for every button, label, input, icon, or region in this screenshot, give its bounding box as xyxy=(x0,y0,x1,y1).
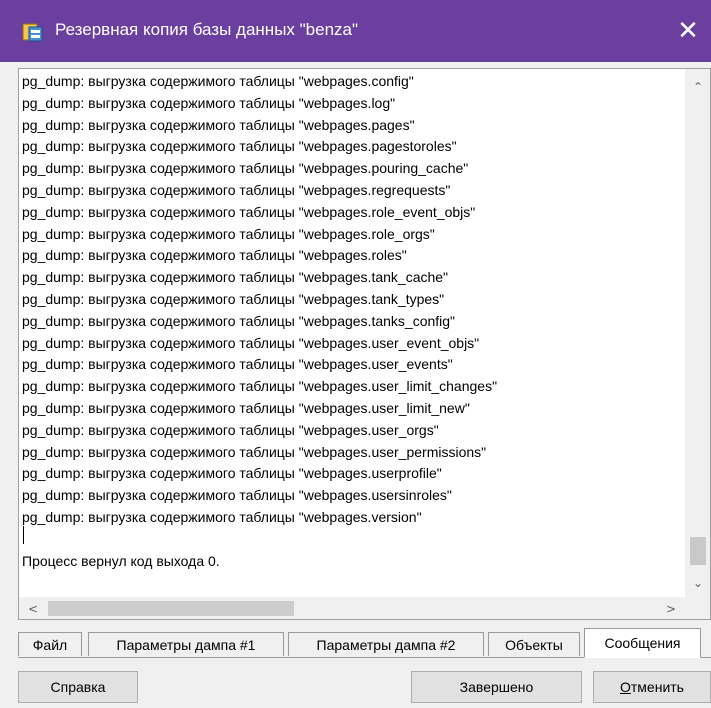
log-line: pg_dump: выгрузка содержимого таблицы "w… xyxy=(22,312,456,329)
log-line: pg_dump: выгрузка содержимого таблицы "w… xyxy=(22,94,396,111)
title-bar: Резервная копия базы данных "benza" ✕ xyxy=(0,0,711,62)
text-caret xyxy=(23,526,24,544)
log-line: pg_dump: выгрузка содержимого таблицы "w… xyxy=(22,203,476,220)
log-line: pg_dump: выгрузка содержимого таблицы "w… xyxy=(22,508,422,525)
close-button[interactable]: ✕ xyxy=(665,0,711,62)
cancel-button[interactable]: Отменить xyxy=(593,671,711,703)
log-line: pg_dump: выгрузка содержимого таблицы "w… xyxy=(22,399,470,416)
cancel-mnemonic: О xyxy=(620,679,631,695)
tab-dump-params-1[interactable]: Параметры дампа #1 xyxy=(88,632,284,656)
log-line: pg_dump: выгрузка содержимого таблицы "w… xyxy=(22,247,407,264)
log-line: pg_dump: выгрузка содержимого таблицы "w… xyxy=(22,465,442,482)
log-line: pg_dump: выгрузка содержимого таблицы "w… xyxy=(22,356,453,373)
tab-objects[interactable]: Объекты xyxy=(488,632,580,656)
log-line: pg_dump: выгрузка содержимого таблицы "w… xyxy=(22,487,452,504)
scroll-left-icon[interactable]: < xyxy=(21,597,45,619)
scroll-down-icon[interactable]: ⌄ xyxy=(685,571,710,595)
window-title: Резервная копия базы данных "benza" xyxy=(55,20,359,39)
help-button[interactable]: Справка xyxy=(18,671,138,703)
log-line: pg_dump: выгрузка содержимого таблицы "w… xyxy=(22,160,469,177)
scroll-up-icon[interactable]: ⌃ xyxy=(685,75,710,99)
finish-button[interactable]: Завершено xyxy=(411,671,582,703)
log-lines: pg_dump: выгрузка содержимого таблицы "w… xyxy=(22,71,682,529)
log-line: pg_dump: выгрузка содержимого таблицы "w… xyxy=(22,181,451,198)
tab-messages[interactable]: Сообщения xyxy=(584,628,701,658)
log-line: pg_dump: выгрузка содержимого таблицы "w… xyxy=(22,290,445,307)
horizontal-scrollbar[interactable]: < > xyxy=(19,597,710,619)
cancel-label-rest: тменить xyxy=(630,679,684,695)
vertical-scrollbar[interactable]: ⌃ ⌄ xyxy=(685,69,710,597)
log-line: pg_dump: выгрузка содержимого таблицы "w… xyxy=(22,225,435,242)
messages-log[interactable]: pg_dump: выгрузка содержимого таблицы "w… xyxy=(18,68,711,620)
tab-dump-params-2[interactable]: Параметры дампа #2 xyxy=(288,632,484,656)
exit-message: Процесс вернул код выхода 0. xyxy=(22,553,220,569)
database-backup-icon xyxy=(22,22,44,42)
log-line: pg_dump: выгрузка содержимого таблицы "w… xyxy=(22,269,449,286)
log-line: pg_dump: выгрузка содержимого таблицы "w… xyxy=(22,334,480,351)
log-line: pg_dump: выгрузка содержимого таблицы "w… xyxy=(22,116,415,133)
log-line: pg_dump: выгрузка содержимого таблицы "w… xyxy=(22,73,414,89)
log-line: pg_dump: выгрузка содержимого таблицы "w… xyxy=(22,138,457,155)
tab-file[interactable]: Файл xyxy=(18,632,82,656)
log-line: pg_dump: выгрузка содержимого таблицы "w… xyxy=(22,378,498,395)
scroll-right-icon[interactable]: > xyxy=(659,597,683,619)
horizontal-scroll-thumb[interactable] xyxy=(48,601,294,616)
log-line: pg_dump: выгрузка содержимого таблицы "w… xyxy=(22,421,439,438)
vertical-scroll-thumb[interactable] xyxy=(690,537,706,565)
log-line: pg_dump: выгрузка содержимого таблицы "w… xyxy=(22,443,487,460)
